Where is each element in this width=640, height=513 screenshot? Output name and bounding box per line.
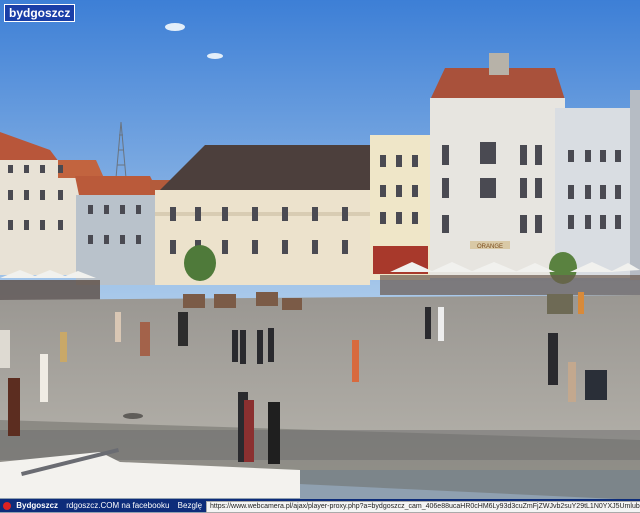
planter bbox=[183, 294, 205, 308]
cloud bbox=[207, 53, 223, 59]
planter bbox=[282, 298, 302, 310]
planter bbox=[547, 294, 573, 314]
building-ornate bbox=[430, 98, 565, 278]
status-url: https://www.webcamera.pl/ajax/player-pro… bbox=[206, 501, 640, 513]
site-logo[interactable]: bydgoszcz bbox=[4, 4, 76, 22]
building-far-right bbox=[630, 90, 640, 280]
cafe-crowd bbox=[0, 280, 100, 302]
cafe-crowd bbox=[380, 275, 640, 295]
tree bbox=[184, 245, 216, 281]
building-right bbox=[555, 108, 635, 278]
building-central-band bbox=[155, 212, 370, 216]
manhole bbox=[123, 413, 143, 419]
tower bbox=[489, 53, 509, 75]
shop-sign: ORANGE bbox=[477, 244, 503, 250]
building-roof bbox=[58, 160, 104, 178]
brand-dot-icon bbox=[3, 501, 11, 510]
planter bbox=[214, 294, 236, 308]
webcam-scene: ORANGE bbox=[0, 0, 640, 500]
ticker-facebook[interactable]: rdgoszcz.COM na facebooku bbox=[66, 499, 169, 512]
ticker-brand[interactable]: Bydgoszcz bbox=[16, 499, 58, 512]
ticker-bezglednie[interactable]: Bezglę bbox=[178, 499, 202, 512]
cloud bbox=[165, 23, 185, 31]
planter bbox=[256, 292, 278, 306]
